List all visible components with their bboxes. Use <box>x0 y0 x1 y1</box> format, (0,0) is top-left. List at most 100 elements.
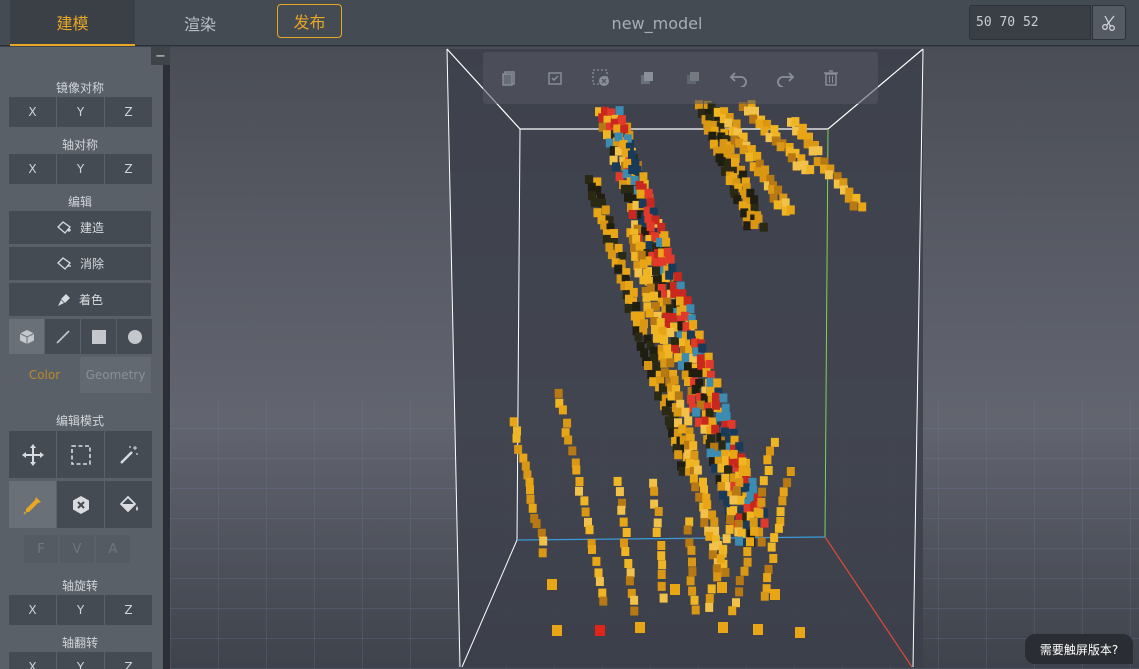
vertex-mode-button[interactable]: V <box>60 535 94 563</box>
move-button[interactable] <box>9 431 56 478</box>
select-button[interactable] <box>57 431 104 478</box>
voxel <box>654 391 663 401</box>
voxel <box>653 518 662 528</box>
paste-icon[interactable] <box>543 66 567 90</box>
voxel <box>750 195 759 205</box>
tab-modeling[interactable]: 建模 <box>10 0 135 46</box>
voxel <box>708 550 717 560</box>
publish-button[interactable]: 发布 <box>277 4 342 38</box>
voxel <box>700 518 709 528</box>
voxel <box>712 400 720 410</box>
touch-version-prompt[interactable]: 需要触屏版本? <box>1025 634 1133 664</box>
eyedropper-button[interactable] <box>9 481 56 528</box>
voxel <box>568 446 577 456</box>
symmetry-y-button[interactable]: Y <box>57 154 104 184</box>
voxel <box>753 624 763 635</box>
voxel <box>713 378 722 388</box>
voxel <box>628 150 636 160</box>
redo-icon[interactable] <box>773 66 797 90</box>
sphere-icon <box>127 329 142 344</box>
voxel <box>670 584 680 595</box>
rotate-z-button[interactable]: Z <box>105 595 152 625</box>
voxel <box>774 185 783 195</box>
rotate-y-button[interactable]: Y <box>57 595 104 625</box>
voxel <box>666 254 675 264</box>
merge-icon[interactable] <box>681 66 705 90</box>
mirror-z-button[interactable]: Z <box>105 97 152 127</box>
voxel <box>688 557 696 567</box>
voxel <box>613 124 622 134</box>
cube-icon <box>19 329 34 344</box>
voxel <box>791 117 800 127</box>
voxel <box>740 566 749 576</box>
magic-wand-button[interactable] <box>105 431 152 478</box>
voxel <box>769 554 778 563</box>
color-tab[interactable]: Color <box>9 357 80 393</box>
trash-icon[interactable] <box>819 66 843 90</box>
voxel <box>595 577 604 586</box>
duplicate-icon[interactable] <box>635 66 659 90</box>
geometry-tab[interactable]: Geometry <box>80 357 151 393</box>
voxel <box>743 221 752 231</box>
edit-mode-row-1 <box>9 431 152 478</box>
undo-icon[interactable] <box>727 66 751 90</box>
voxel <box>526 485 534 495</box>
voxel <box>766 446 774 456</box>
voxel <box>601 205 610 215</box>
collapse-panel-button[interactable]: − <box>151 47 170 65</box>
voxel <box>538 548 547 558</box>
delete-mode-button[interactable] <box>57 481 104 528</box>
selection-icon <box>70 444 91 465</box>
voxel <box>779 487 788 497</box>
mirror-x-button[interactable]: X <box>9 97 56 127</box>
voxel <box>687 545 696 555</box>
rotate-x-button[interactable]: X <box>9 595 56 625</box>
voxel <box>729 449 738 459</box>
voxel <box>532 519 541 529</box>
voxel <box>521 461 530 471</box>
shape-line-button[interactable] <box>45 319 80 354</box>
symmetry-x-button[interactable]: X <box>9 154 56 184</box>
voxel <box>705 594 714 603</box>
voxel <box>688 567 697 577</box>
voxel <box>526 494 535 504</box>
shape-cube-button[interactable] <box>9 319 44 354</box>
voxel <box>770 589 780 600</box>
panel-scrollbar[interactable] <box>163 65 170 669</box>
flip-z-button[interactable]: Z <box>105 652 152 669</box>
voxel <box>646 283 655 293</box>
paint-button[interactable]: 着色 <box>9 283 151 316</box>
voxel <box>728 606 737 616</box>
voxel <box>792 161 801 171</box>
build-button[interactable]: 建造 <box>9 211 151 244</box>
tab-render[interactable]: 渲染 <box>140 0 260 46</box>
voxel <box>729 495 738 505</box>
face-mode-button[interactable]: F <box>24 535 58 563</box>
voxel <box>787 153 796 163</box>
crop-button[interactable] <box>1092 5 1126 40</box>
dimensions-field[interactable]: 50 70 52 <box>969 5 1091 40</box>
symmetry-z-button[interactable]: Z <box>105 154 152 184</box>
voxel <box>667 391 676 401</box>
shape-square-button[interactable] <box>81 319 116 354</box>
3d-viewport[interactable] <box>170 47 1139 669</box>
voxel <box>708 131 717 141</box>
erase-button[interactable]: 消除 <box>9 247 151 280</box>
shape-sphere-button[interactable] <box>117 319 152 354</box>
voxel <box>599 596 608 606</box>
voxel <box>716 554 725 564</box>
mirror-y-button[interactable]: Y <box>57 97 104 127</box>
voxel <box>744 106 752 116</box>
voxel <box>719 544 728 554</box>
flip-y-button[interactable]: Y <box>57 652 104 669</box>
flip-x-button[interactable]: X <box>9 652 56 669</box>
all-mode-button[interactable]: A <box>96 535 130 563</box>
fill-button[interactable] <box>105 481 152 528</box>
delete-selection-icon[interactable] <box>589 66 613 90</box>
voxel <box>584 175 593 184</box>
voxel <box>682 353 690 363</box>
voxel <box>814 146 823 156</box>
copy-icon[interactable] <box>497 66 521 90</box>
voxel <box>614 264 623 274</box>
voxel <box>622 528 631 537</box>
